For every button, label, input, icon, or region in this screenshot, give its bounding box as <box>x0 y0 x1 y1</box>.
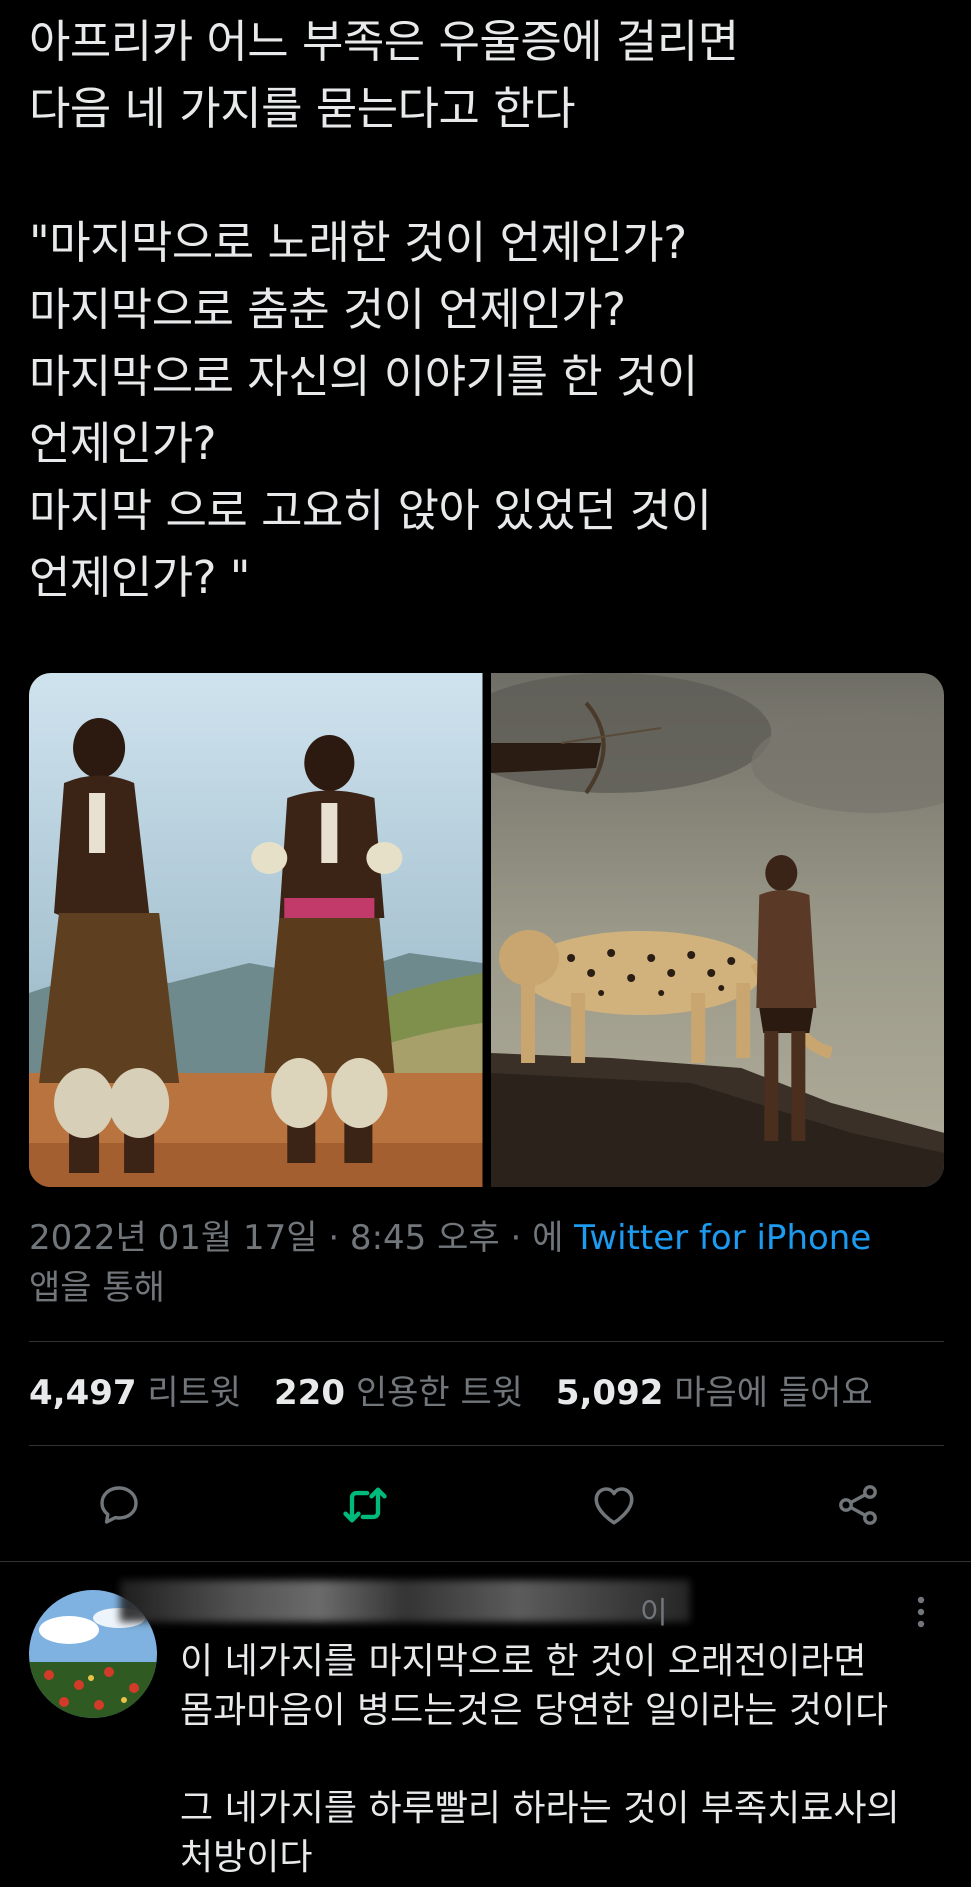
reply-author-name: 이 <box>640 1596 668 1631</box>
divider <box>0 1561 971 1562</box>
likes-label: 마음에 들어요 <box>674 1373 873 1413</box>
quotes-stat[interactable]: 220 인용한 트윗 <box>274 1373 523 1413</box>
reply-button[interactable] <box>84 1470 154 1540</box>
like-button[interactable] <box>579 1470 649 1540</box>
share-button[interactable] <box>823 1470 893 1540</box>
tweet-text: 아프리카 어느 부족은 우울증에 걸리면 다음 네 가지를 묻는다고 한다 "마… <box>29 15 739 604</box>
retweet-button[interactable] <box>330 1470 400 1540</box>
more-vertical-icon <box>917 1596 925 1628</box>
heart-icon <box>594 1487 634 1525</box>
likes-count: 5,092 <box>555 1373 664 1413</box>
photo-cheetah[interactable] <box>490 673 944 1187</box>
retweet-icon <box>343 1487 387 1523</box>
tweet-stats: 4,497 리트윗 220 인용한 트윗 5,092 마음에 들어요 <box>29 1368 895 1418</box>
share-icon <box>839 1485 877 1525</box>
reply-more-button[interactable] <box>906 1592 936 1632</box>
photo-cheetah-image <box>490 673 944 1187</box>
comment-icon <box>100 1486 138 1524</box>
divider <box>29 1341 944 1342</box>
retweets-stat[interactable]: 4,497 리트윗 <box>29 1373 241 1413</box>
retweets-count: 4,497 <box>29 1373 137 1413</box>
tweet-timestamp: 2022년 01월 17일 · 8:45 오후 · 에 <box>29 1218 575 1258</box>
tweet-actions <box>29 1470 944 1540</box>
quotes-count: 220 <box>274 1373 345 1413</box>
reply-text: 이 네가지를 마지막으로 한 것이 오래전이라면 몸과마음이 병드는것은 당연한… <box>180 1641 900 1878</box>
tweet-media[interactable] <box>29 673 944 1187</box>
quotes-label: 인용한 트윗 <box>355 1373 524 1413</box>
tweet-source-link[interactable]: Twitter for iPhone <box>574 1218 871 1258</box>
likes-stat[interactable]: 5,092 마음에 들어요 <box>556 1373 873 1413</box>
photo-dancers[interactable] <box>29 673 483 1187</box>
divider <box>29 1445 944 1446</box>
tweet-source-suffix: 앱을 통해 <box>29 1268 165 1308</box>
retweets-label: 리트윗 <box>147 1373 242 1413</box>
photo-dancers-image <box>29 673 483 1187</box>
reply-author-name-redacted <box>120 1580 690 1622</box>
tweet-metadata: 2022년 01월 17일 · 8:45 오후 · 에 Twitter for … <box>29 1213 929 1313</box>
